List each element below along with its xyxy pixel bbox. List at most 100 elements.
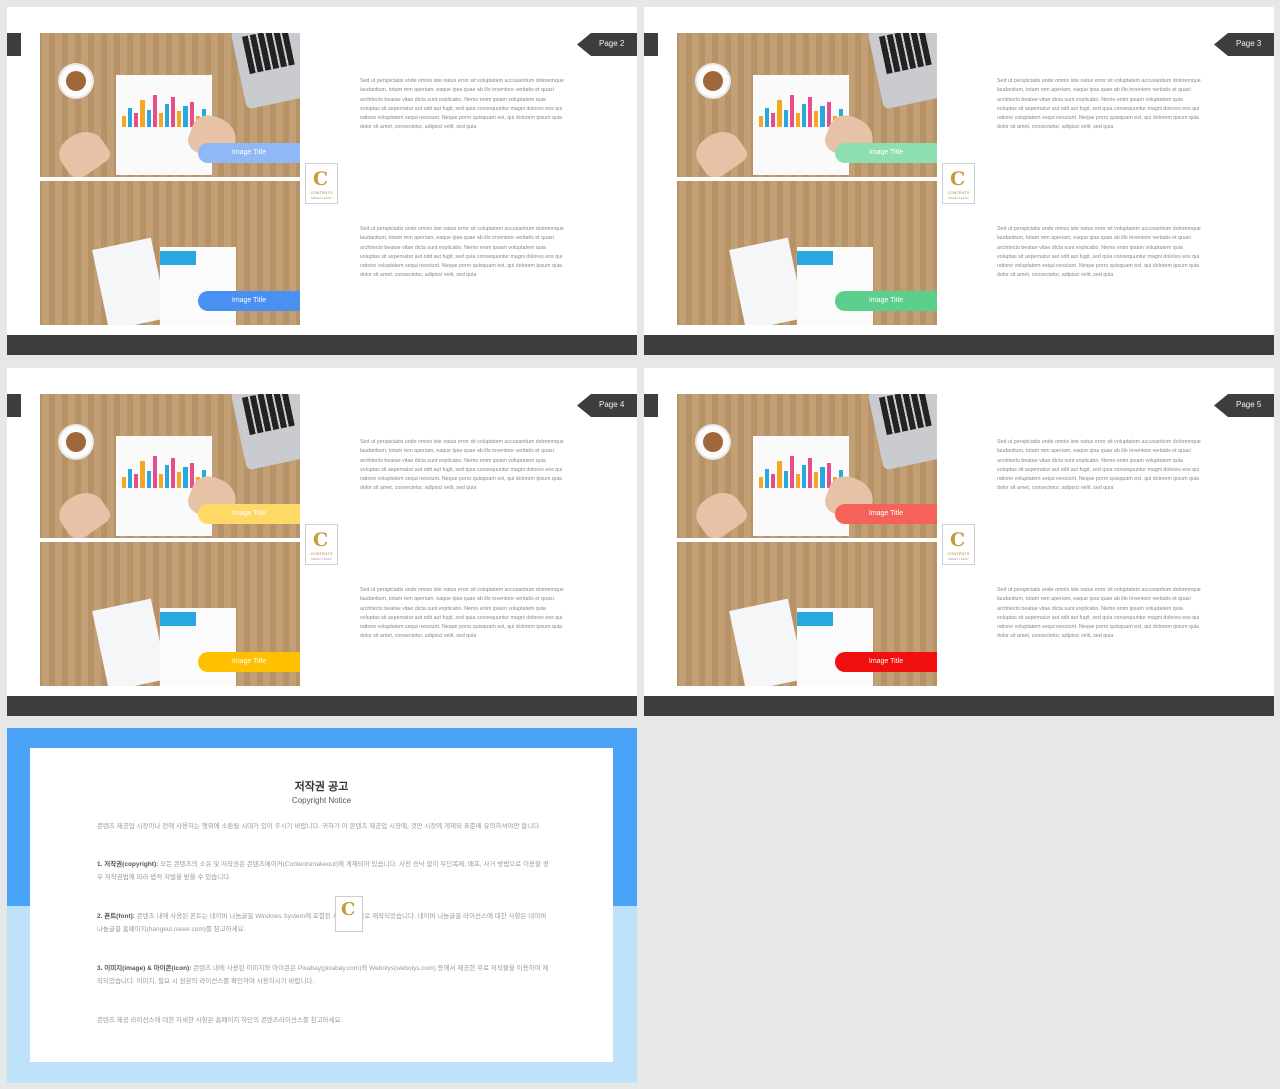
coffee-cup-icon (697, 65, 729, 97)
page-label: Page 4 (599, 400, 625, 409)
chart-bar (783, 470, 788, 488)
chart-bar (777, 461, 782, 488)
chart-bar (152, 455, 157, 488)
chart-bar (134, 112, 139, 127)
page-label: Page 5 (1236, 400, 1262, 409)
contents-logo: C CONTENTS MAKE IT EASY (942, 524, 975, 565)
footer-bar (644, 696, 1274, 716)
chart-bar (158, 474, 163, 488)
chart-bar (795, 113, 800, 127)
image-title-pill: Image Title (198, 504, 300, 524)
chart-bar (158, 113, 163, 127)
coffee-cup-icon (60, 426, 92, 458)
copyright-section-2: 2. 폰트(font): 콘텐츠 내에 사용된 폰트는 네이버 나눔글꼴 Win… (97, 913, 547, 933)
chart-bar (177, 111, 182, 127)
slide-page-4: Page 4 Image Title Image Title C CONTENTS… (7, 368, 637, 716)
footer-bar (644, 335, 1274, 355)
image-title-pill: Image Title (198, 143, 300, 163)
page-label: Page 3 (1236, 39, 1262, 48)
image-title-pill: Image Title (835, 652, 937, 672)
copyright-section-3: 3. 이미지(image) & 아이콘(icon): 콘텐츠 내에 사용된 이미… (97, 965, 549, 985)
chart-bar (171, 97, 176, 127)
chart-bar (122, 476, 127, 488)
copyright-card: 저작권 공고 Copyright Notice 콘텐츠 제공업 시장이나 전에 … (30, 748, 613, 1062)
page-tag: Page 4 (577, 394, 637, 417)
copyright-title: 저작권 공고 (294, 781, 349, 793)
chart-bar (777, 100, 782, 127)
slide-page-5: Page 5 Image Title Image Title C CONTENTS… (644, 368, 1274, 716)
body-text: Sed ut perspiciatis unde omnis iste natu… (997, 587, 1201, 640)
chart-bar (122, 115, 127, 127)
chart-bar (134, 473, 139, 488)
copyright-outro: 콘텐츠 제공 라이선스에 대한 자세한 사항은 홈페이지 하단의 콘텐츠라이선스… (97, 1017, 343, 1024)
body-text: Sed ut perspiciatis unde omnis iste natu… (997, 439, 1201, 492)
body-text: Sed ut perspiciatis unde omnis iste natu… (360, 587, 564, 640)
chart-bar (783, 109, 788, 127)
slide-page-2: Page 2 Image Title Image Title C CONTENTS… (7, 7, 637, 355)
chart-bar (765, 108, 770, 127)
copyright-intro: 콘텐츠 제공업 시장이나 전에 사용하는 행위에 소환될 시대가 있어 주시기 … (97, 823, 542, 830)
chart-bar (801, 465, 807, 488)
contents-logo: C CONTENTS MAKE IT EASY (305, 524, 338, 565)
chart-bar (771, 473, 776, 488)
image-title-pill: Image Title (198, 652, 300, 672)
photo-desk-chart: Image Title (677, 33, 937, 177)
chart-bar (146, 109, 151, 127)
photo-desk-chart: Image Title (677, 394, 937, 538)
photo-desk-documents: Image Title (40, 181, 300, 325)
chart-bar (759, 115, 764, 127)
left-marker (644, 33, 658, 56)
left-marker (644, 394, 658, 417)
contents-logo: C CONTENTS MAKE IT EASY (942, 163, 975, 204)
chart-bar (177, 472, 182, 488)
chart-bar (814, 472, 819, 488)
photo-desk-documents: Image Title (40, 542, 300, 686)
page-tag: Page 2 (577, 33, 637, 56)
chart-bar (789, 94, 794, 127)
body-text: Sed ut perspiciatis unde omnis iste natu… (997, 226, 1201, 279)
chart-bar (140, 100, 145, 127)
chart-bar (183, 106, 188, 127)
footer-bar (7, 335, 637, 355)
left-marker (7, 33, 21, 56)
chart-bar (171, 458, 176, 488)
chart-bar (146, 470, 151, 488)
page-tag: Page 3 (1214, 33, 1274, 56)
photo-desk-documents: Image Title (677, 181, 937, 325)
page-label: Page 2 (599, 39, 625, 48)
chart-bar (771, 112, 776, 127)
chart-bar (183, 467, 188, 488)
body-text: Sed ut perspiciatis unde omnis iste natu… (360, 226, 564, 279)
copyright-subtitle: Copyright Notice (291, 796, 352, 805)
copyright-slide: 저작권 공고 Copyright Notice 콘텐츠 제공업 시장이나 전에 … (7, 728, 637, 1083)
body-text: Sed ut perspiciatis unde omnis iste natu… (360, 439, 564, 492)
coffee-cup-icon (697, 426, 729, 458)
photo-desk-chart: Image Title (40, 33, 300, 177)
photo-desk-chart: Image Title (40, 394, 300, 538)
footer-bar (7, 696, 637, 716)
chart-bar (795, 474, 800, 488)
chart-bar (808, 458, 813, 488)
chart-bar (759, 476, 764, 488)
image-title-pill: Image Title (835, 504, 937, 524)
chart-bar (128, 469, 133, 488)
chart-bar (164, 104, 170, 127)
copyright-section-1: 1. 저작권(copyright): 모든 콘텐츠의 소유 및 저작권은 콘텐츠… (97, 861, 549, 881)
slide-page-3: Page 3 Image Title Image Title C CONTENTS… (644, 7, 1274, 355)
chart-bar (820, 467, 825, 488)
chart-bar (808, 97, 813, 127)
chart-bar (789, 455, 794, 488)
chart-bar (128, 108, 133, 127)
image-title-pill: Image Title (835, 143, 937, 163)
left-marker (7, 394, 21, 417)
page-tag: Page 5 (1214, 394, 1274, 417)
photo-desk-documents: Image Title (677, 542, 937, 686)
body-text: Sed ut perspiciatis unde omnis iste natu… (997, 78, 1201, 131)
chart-bar (152, 94, 157, 127)
body-text: Sed ut perspiciatis unde omnis iste natu… (360, 78, 564, 131)
chart-bar (140, 461, 145, 488)
chart-bar (164, 465, 170, 488)
coffee-cup-icon (60, 65, 92, 97)
chart-bar (765, 469, 770, 488)
chart-bar (801, 104, 807, 127)
